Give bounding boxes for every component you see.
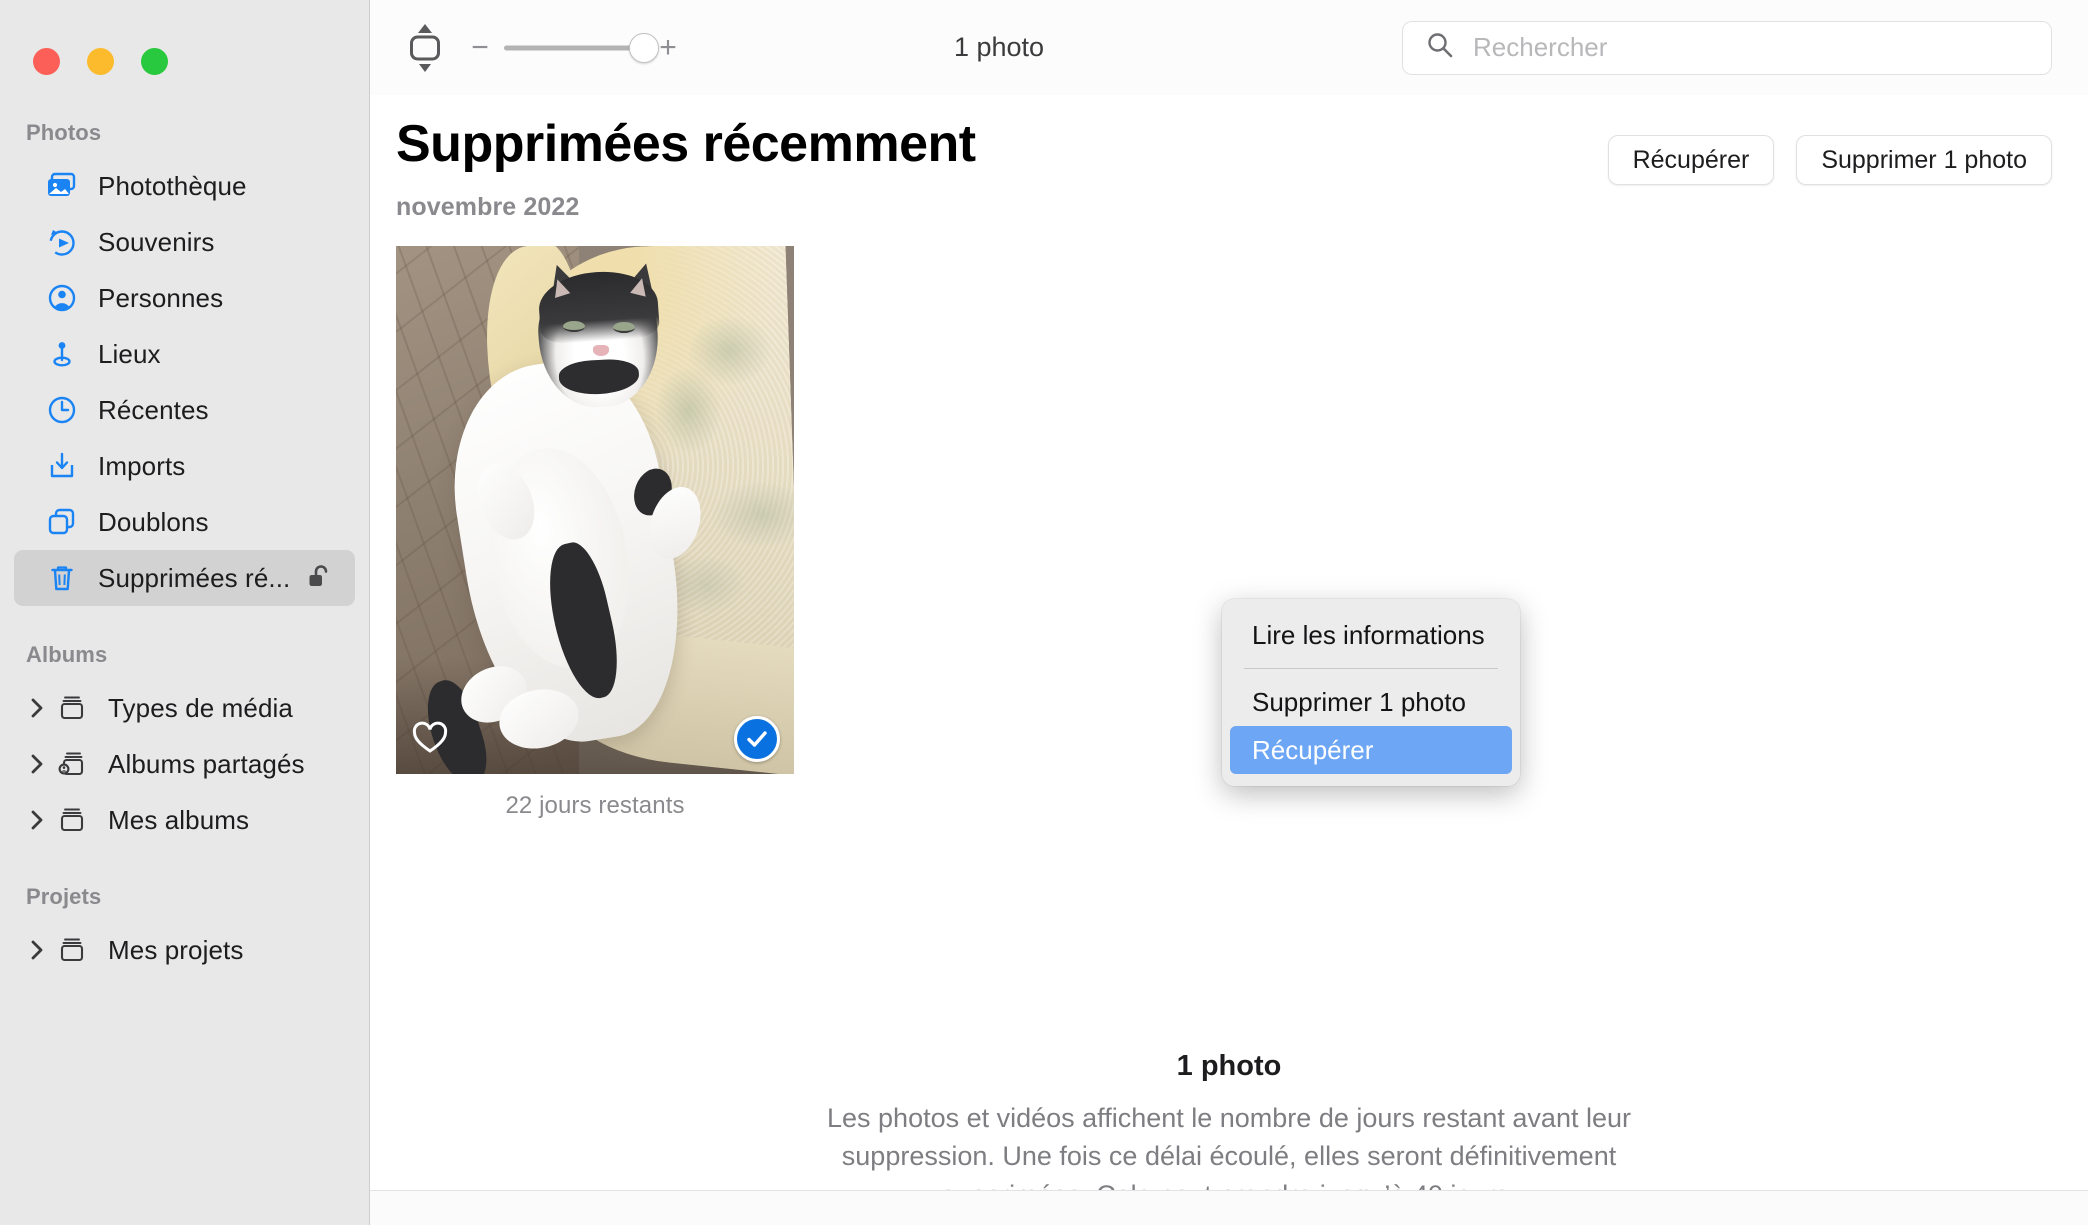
sidebar-item-places[interactable]: Lieux (14, 326, 355, 382)
sidebar-item-label: Récentes (98, 394, 209, 425)
toolbar: − + 1 photo Rechercher (370, 0, 2088, 95)
context-menu: Lire les informations Supprimer 1 photo … (1222, 599, 1520, 786)
chevron-right-icon[interactable] (26, 809, 50, 831)
sidebar-item-label: Imports (98, 450, 186, 481)
context-menu-item-delete[interactable]: Supprimer 1 photo (1230, 678, 1512, 726)
sidebar-item-memories[interactable]: Souvenirs (14, 214, 355, 270)
sidebar-item-recents[interactable]: Récentes (14, 382, 355, 438)
context-menu-item-get-info[interactable]: Lire les informations (1230, 611, 1512, 659)
zoom-out-button[interactable]: − (470, 32, 490, 63)
album-box-icon (56, 804, 92, 836)
sidebar-item-label: Types de média (108, 692, 293, 723)
search-input[interactable]: Rechercher (1402, 20, 2052, 75)
duplicates-icon (46, 506, 82, 538)
sidebar-item-imports[interactable]: Imports (14, 438, 355, 494)
sidebar-item-duplicates[interactable]: Doublons (14, 494, 355, 550)
photos-app-window: Photos Photothèque Souvenirs Personnes L… (0, 0, 2088, 1225)
sidebar-section-albums-title: Albums (26, 642, 108, 667)
slider-knob[interactable] (629, 32, 659, 63)
sidebar-item-recently-deleted[interactable]: Supprimées ré... (14, 550, 355, 606)
album-box-icon (56, 934, 92, 966)
close-window-button[interactable] (33, 47, 60, 75)
memories-icon (46, 226, 82, 258)
sidebar-item-shared-albums[interactable]: Albums partagés (14, 736, 355, 792)
header-actions: Récupérer Supprimer 1 photo (1607, 113, 2052, 185)
people-icon (46, 282, 82, 314)
heart-outline-icon[interactable] (412, 721, 448, 760)
import-download-icon (46, 450, 82, 482)
sidebar-item-label: Mes albums (108, 804, 250, 835)
chevron-right-icon[interactable] (26, 697, 50, 719)
sidebar-item-label: Mes projets (108, 934, 244, 965)
bottom-status-bar (370, 1190, 2088, 1225)
search-field-wrapper: Rechercher (1402, 20, 2052, 75)
footer-photo-count: 1 photo (1176, 1050, 1282, 1082)
content-area: Supprimées récemment Récupérer Supprimer… (370, 95, 2088, 1225)
sidebar-albums-group: Types de média Albums partagés Mes album… (0, 680, 369, 848)
zoom-in-button[interactable]: + (658, 32, 678, 63)
sidebar-item-my-albums[interactable]: Mes albums (14, 792, 355, 848)
unlocked-padlock-icon[interactable] (307, 563, 335, 593)
recover-button[interactable]: Récupérer (1607, 135, 1775, 185)
window-traffic-lights (0, 0, 369, 86)
zoom-window-button[interactable] (141, 47, 168, 75)
photo-cell: 22 jours restants (396, 246, 794, 820)
zoom-slider[interactable] (504, 32, 659, 63)
month-label: novembre 2022 (396, 193, 580, 221)
sidebar-item-label: Personnes (98, 282, 224, 313)
sidebar-item-people[interactable]: Personnes (14, 270, 355, 326)
places-pin-icon (46, 338, 82, 370)
photo-days-remaining: 22 jours restants (505, 792, 685, 819)
album-box-icon (56, 692, 92, 724)
sidebar-projects-group: Mes projets (0, 922, 369, 978)
trash-icon (46, 562, 82, 594)
search-icon (1425, 30, 1455, 65)
aspect-ratio-icon[interactable] (394, 17, 456, 79)
sidebar-item-media-types[interactable]: Types de média (14, 680, 355, 736)
search-placeholder: Rechercher (1473, 32, 1608, 62)
sidebar-item-label: Doublons (98, 506, 209, 537)
slider-track (504, 45, 644, 50)
sidebar-item-my-projects[interactable]: Mes projets (14, 922, 355, 978)
context-menu-item-recover[interactable]: Récupérer (1230, 726, 1512, 774)
photo-image (396, 246, 794, 774)
shared-album-box-icon (56, 748, 92, 780)
delete-button[interactable]: Supprimer 1 photo (1796, 135, 2052, 185)
photo-library-icon (46, 170, 82, 202)
page-header: Supprimées récemment Récupérer Supprimer… (370, 95, 2088, 185)
sidebar-item-label: Lieux (98, 338, 161, 369)
sidebar-item-photo-library[interactable]: Photothèque (14, 158, 355, 214)
sidebar-section-projects-title: Projets (26, 884, 102, 909)
chevron-right-icon[interactable] (26, 753, 50, 775)
sidebar: Photos Photothèque Souvenirs Personnes L… (0, 0, 370, 1225)
zoom-slider-group: − + (470, 32, 678, 63)
clock-icon (46, 394, 82, 426)
chevron-right-icon[interactable] (26, 939, 50, 961)
main-area: − + 1 photo Rechercher Supprimées récemm… (370, 0, 2088, 1225)
sidebar-item-label: Albums partagés (108, 748, 305, 779)
photo-thumbnail[interactable] (396, 246, 794, 774)
page-title: Supprimées récemment (396, 115, 976, 173)
check-circle-icon[interactable] (734, 716, 780, 762)
sidebar-section-photos-title: Photos (26, 120, 102, 145)
sidebar-item-label: Souvenirs (98, 226, 215, 257)
sidebar-item-label: Supprimées ré... (98, 562, 291, 593)
context-menu-separator (1244, 668, 1498, 669)
minimize-window-button[interactable] (87, 47, 114, 75)
sidebar-item-label: Photothèque (98, 170, 247, 201)
